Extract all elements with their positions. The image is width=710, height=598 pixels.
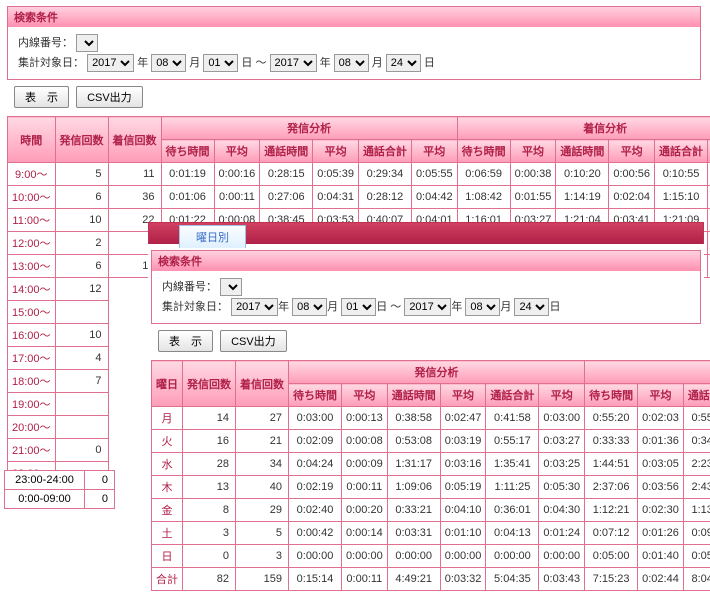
csv-button-2[interactable]: CSV出力 [220, 330, 287, 352]
button-row: 表 示 CSV出力 [14, 86, 694, 108]
col-time: 時間 [8, 117, 56, 163]
d2[interactable]: 24 [386, 54, 421, 72]
col-in-n: 着信回数 [108, 117, 161, 163]
table-row: 合計821590:15:140:00:114:49:210:03:325:04:… [152, 568, 710, 591]
tab-bar: 曜日別 [148, 222, 704, 244]
extra-table: 23:00-24:0000:00-09:000 [4, 470, 115, 509]
csv-button[interactable]: CSV出力 [76, 86, 143, 108]
search-title: 検索条件 [8, 7, 700, 27]
table-row: 木13400:02:190:00:111:09:060:05:191:11:25… [152, 476, 710, 499]
col-out-n: 発信回数 [55, 117, 108, 163]
search-body-2: 内線番号： 集計対象日： 2017年 08月 01日 ～ 2017年 08月 2… [152, 271, 700, 323]
table-row: 火16210:02:090:00:080:53:080:03:190:55:17… [152, 430, 710, 453]
table-row: 土350:00:420:00:140:03:310:01:100:04:130:… [152, 522, 710, 545]
table-row: 月14270:03:000:00:130:38:580:02:470:41:58… [152, 407, 710, 430]
table-row: 水28340:04:240:00:091:31:170:03:161:35:41… [152, 453, 710, 476]
table-row: 9:00～5110:01:190:00:160:28:150:05:390:29… [8, 163, 710, 186]
daily-table: 曜日 発信回数 着信回数 発信分析 着信分析 待ち時間平均通話時間平均通話合計平… [151, 360, 710, 591]
y1[interactable]: 2017 [87, 54, 134, 72]
table-row: 10:00～6360:01:060:00:110:27:060:04:310:2… [8, 186, 710, 209]
show-button[interactable]: 表 示 [14, 86, 69, 108]
m2[interactable]: 08 [334, 54, 369, 72]
date-label-2: 集計対象日： [162, 301, 228, 313]
y2[interactable]: 2017 [270, 54, 317, 72]
daily-panel: 曜日別 検索条件 内線番号： 集計対象日： 2017年 08月 01日 ～ 20… [148, 222, 704, 595]
button-row-2: 表 示 CSV出力 [158, 330, 694, 352]
show-button-2[interactable]: 表 示 [158, 330, 213, 352]
ext-select-2[interactable] [220, 278, 242, 296]
col-day: 曜日 [152, 361, 183, 407]
date-label: 集計対象日： [18, 57, 84, 69]
col-out-g: 発信分析 [161, 117, 457, 140]
m1[interactable]: 08 [151, 54, 186, 72]
ext-select[interactable] [76, 34, 98, 52]
search-body: 内線番号： 集計対象日： 2017 年 08 月 01 日 ～ 2017 年 0… [8, 27, 700, 79]
table-row: 日030:00:000:00:000:00:000:00:000:00:000:… [152, 545, 710, 568]
d1[interactable]: 01 [203, 54, 238, 72]
table-row: 金8290:02:400:00:200:33:210:04:100:36:010… [152, 499, 710, 522]
ext-label-2: 内線番号： [162, 281, 217, 293]
search-box-2: 検索条件 内線番号： 集計対象日： 2017年 08月 01日 ～ 2017年 … [151, 250, 701, 324]
search-box: 検索条件 内線番号： 集計対象日： 2017 年 08 月 01 日 ～ 201… [7, 6, 701, 80]
col-in-g: 着信分析 [457, 117, 710, 140]
tab-daily[interactable]: 曜日別 [179, 225, 246, 248]
ext-label: 内線番号： [18, 37, 73, 49]
search-title-2: 検索条件 [152, 251, 700, 271]
